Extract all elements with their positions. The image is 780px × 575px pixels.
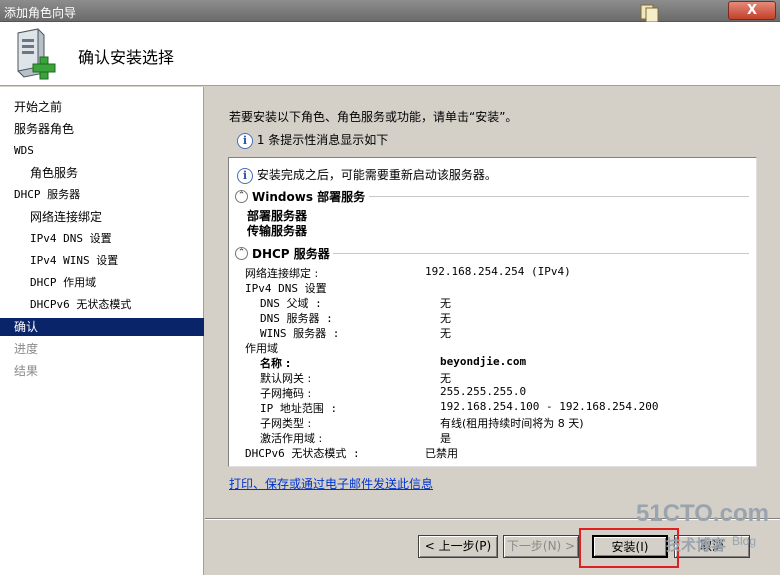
detail-label: DNS 服务器 :	[260, 312, 333, 325]
window-title: 添加角色向导	[4, 6, 77, 20]
info-icon: i	[237, 167, 253, 184]
sidebar-item-dhcp-scopes[interactable]: DHCP 作用域	[0, 274, 204, 292]
wizard-steps-sidebar: 开始之前 服务器角色 WDS 角色服务 DHCP 服务器 网络连接绑定 IPv4…	[0, 87, 204, 575]
server-add-icon	[17, 28, 56, 80]
collapse-chevron-icon[interactable]: ⌃	[235, 190, 248, 203]
detail-value: 无	[440, 372, 451, 385]
sidebar-item-label: 服务器角色	[14, 122, 75, 136]
detail-label: IP 地址范围 :	[260, 402, 338, 415]
watermark-sub: 技术博客	[666, 536, 727, 554]
detail-label: IPv4 DNS 设置	[245, 282, 327, 295]
sidebar-item-ipv4-wins[interactable]: IPv4 WINS 设置	[0, 252, 204, 270]
info-message-text: 1 条提示性消息显示如下	[256, 133, 389, 147]
sidebar-item-results: 结果	[0, 362, 204, 380]
section-divider	[333, 253, 749, 254]
sidebar-item-before-you-begin[interactable]: 开始之前	[0, 98, 204, 116]
main-content: 若要安装以下角色、角色服务或功能，请单击“安装”。 i 1 条提示性消息显示如下…	[205, 87, 780, 517]
detail-value: 是	[440, 432, 451, 445]
section-title: Windows 部署服务	[252, 190, 366, 204]
sidebar-item-wds[interactable]: WDS	[0, 142, 204, 160]
sidebar-item-label: WDS	[14, 144, 34, 157]
detail-value: 192.168.254.254 (IPv4)	[425, 265, 571, 278]
previous-button[interactable]: < 上一步(P)	[418, 535, 498, 558]
detail-value: 无	[440, 312, 451, 325]
detail-label: DNS 父域 :	[260, 297, 322, 310]
sidebar-item-label: 网络连接绑定	[30, 210, 103, 224]
next-button: 下一步(N) >	[503, 535, 579, 558]
title-bar: 添加角色向导 X	[0, 0, 780, 23]
detail-label: 默认网关 :	[260, 372, 312, 385]
detail-label: 名称 :	[260, 357, 291, 370]
detail-value: 255.255.255.0	[440, 385, 527, 398]
detail-value: 192.168.254.100 - 192.168.254.200	[440, 400, 659, 413]
detail-label: 网络连接绑定 :	[245, 267, 319, 280]
detail-value: 有线(租用持续时间将为 8 天)	[440, 417, 584, 430]
detail-label: 子网掩码 :	[260, 387, 312, 400]
page-title: 确认安装选择	[78, 48, 175, 67]
sidebar-item-label: 进度	[14, 342, 39, 356]
detail-label: 子网类型 :	[260, 417, 312, 430]
role-item: 传输服务器	[247, 224, 308, 238]
detail-label: 激活作用域 :	[260, 432, 323, 445]
sidebar-item-label: IPv4 WINS 设置	[30, 254, 119, 267]
close-button[interactable]: X	[728, 1, 776, 20]
sidebar-item-role-services[interactable]: 角色服务	[0, 164, 204, 182]
sidebar-item-label: 结果	[14, 364, 39, 378]
watermark-main: 51CTO.com	[636, 500, 769, 527]
detail-value: beyondjie.com	[440, 355, 527, 368]
restart-note-text: 安装完成之后，可能需要重新启动该服务器。	[256, 168, 497, 182]
restart-note: i 安装完成之后，可能需要重新启动该服务器。	[237, 166, 497, 184]
watermark-blog: Blog	[732, 534, 757, 548]
info-message: i 1 条提示性消息显示如下	[237, 131, 388, 149]
sidebar-item-dhcpv6-stateless[interactable]: DHCPv6 无状态模式	[0, 296, 204, 314]
sidebar-item-label: DHCPv6 无状态模式	[30, 298, 132, 311]
section-title: DHCP 服务器	[252, 247, 330, 261]
detail-label: DHCPv6 无状态模式 :	[245, 447, 360, 460]
app-icon	[640, 4, 659, 23]
section-divider	[369, 196, 749, 197]
section-wds: ⌃ Windows 部署服务	[235, 188, 365, 205]
sidebar-item-label: IPv4 DNS 设置	[30, 232, 112, 245]
summary-panel[interactable]: i 安装完成之后，可能需要重新启动该服务器。 ⌃ Windows 部署服务 部署服…	[228, 157, 757, 467]
detail-value: 已禁用	[425, 447, 458, 460]
watermark-logo: 51CTO.com 技术博客 Blog	[636, 498, 769, 568]
sidebar-item-label: 角色服务	[30, 166, 79, 180]
detail-value: 无	[440, 297, 451, 310]
sidebar-item-label: DHCP 作用域	[30, 276, 97, 289]
intro-text: 若要安装以下角色、角色服务或功能，请单击“安装”。	[229, 110, 518, 124]
sidebar-item-confirmation[interactable]: 确认	[0, 318, 204, 336]
sidebar-item-progress: 进度	[0, 340, 204, 358]
print-save-email-link[interactable]: 打印、保存或通过电子邮件发送此信息	[229, 475, 433, 492]
info-icon: i	[237, 132, 253, 149]
detail-label: WINS 服务器 :	[260, 327, 340, 340]
sidebar-item-ipv4-dns[interactable]: IPv4 DNS 设置	[0, 230, 204, 248]
detail-label: 作用域	[245, 342, 278, 355]
section-dhcp: ⌃ DHCP 服务器	[235, 245, 330, 262]
sidebar-item-label: DHCP 服务器	[14, 188, 81, 201]
sidebar-item-label: 确认	[14, 320, 39, 334]
sidebar-item-dhcp-server[interactable]: DHCP 服务器	[0, 186, 204, 204]
collapse-chevron-icon[interactable]: ⌃	[235, 247, 248, 260]
sidebar-item-label: 开始之前	[14, 100, 63, 114]
sidebar-item-server-roles[interactable]: 服务器角色	[0, 120, 204, 138]
detail-value: 无	[440, 327, 451, 340]
wizard-header: 确认安装选择	[0, 22, 780, 86]
sidebar-item-network-binding[interactable]: 网络连接绑定	[0, 208, 204, 226]
